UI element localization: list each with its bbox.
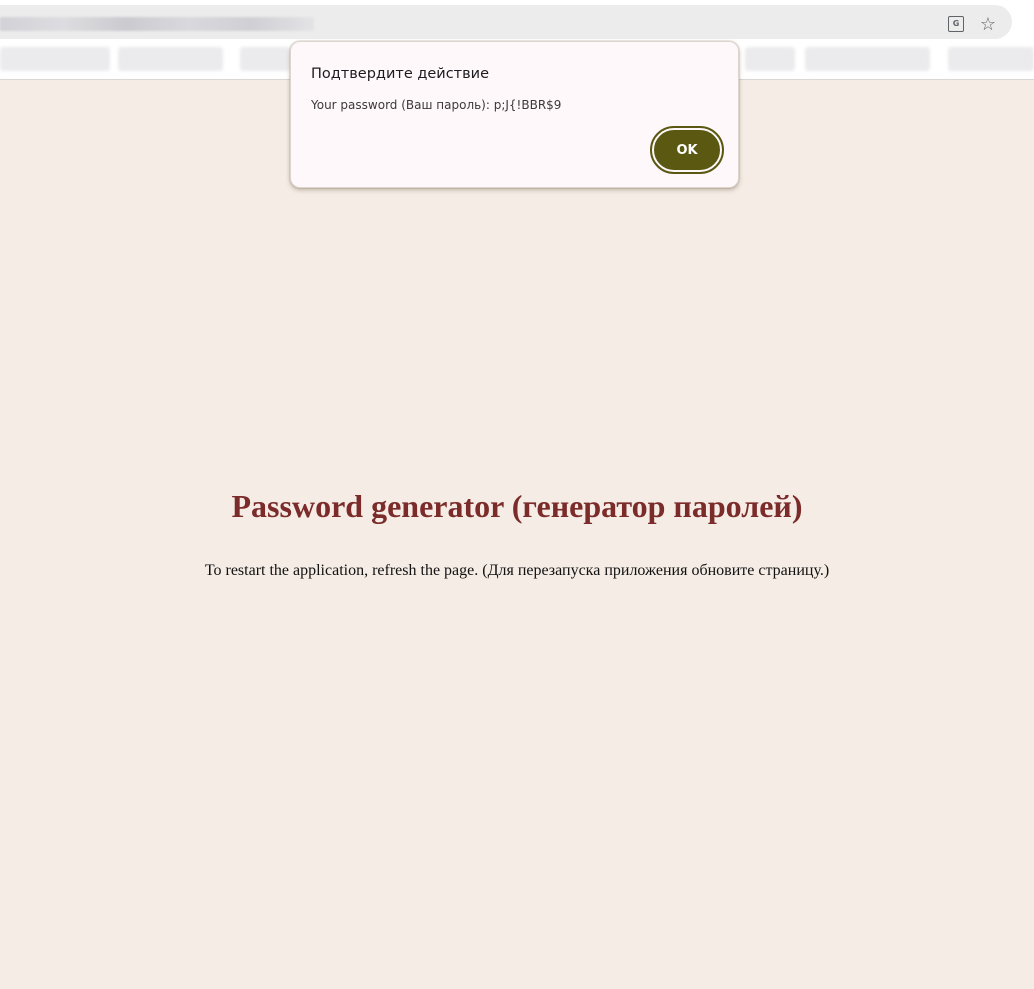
bookmark-item[interactable] (0, 47, 110, 71)
bookmark-item[interactable] (948, 47, 1034, 71)
confirm-dialog: Подтвердите действие Your password (Ваш … (290, 41, 739, 188)
dialog-title: Подтвердите действие (311, 66, 490, 82)
restart-note: To restart the application, refresh the … (204, 562, 830, 579)
dialog-message: Your password (Ваш пароль): p;J{!BBR$9 (311, 98, 562, 112)
bookmark-item[interactable] (240, 47, 290, 71)
translate-icon[interactable]: G (947, 15, 965, 33)
star-icon[interactable]: ☆ (979, 14, 997, 35)
url-text-redacted (0, 17, 314, 31)
bookmark-item[interactable] (118, 47, 223, 71)
bookmark-item[interactable] (805, 47, 930, 71)
page-title: Password generator (генератор паролей) (231, 488, 803, 524)
address-bar[interactable]: G ☆ (0, 5, 1012, 39)
ok-button[interactable]: OK (650, 126, 724, 174)
bookmark-item[interactable] (745, 47, 795, 71)
